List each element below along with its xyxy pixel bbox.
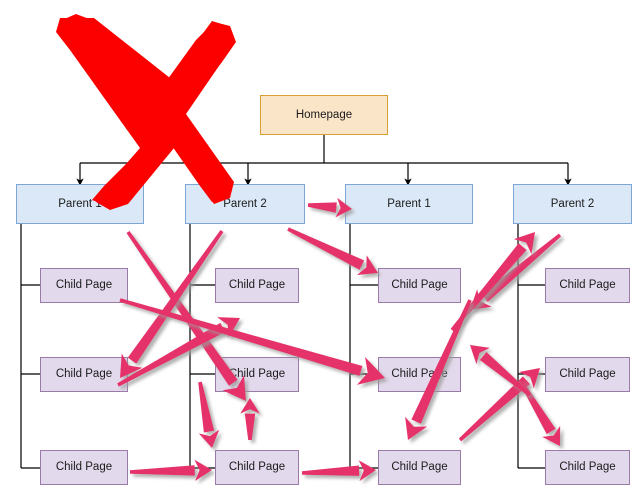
arrow-c4r1-down-to-c3r3 bbox=[405, 299, 472, 440]
arrow-up-to-child-c4r2 bbox=[458, 368, 540, 442]
arrow-c2r1-down-to-c2r3 bbox=[198, 381, 220, 448]
arrow-parent2-to-child-c3r1 bbox=[287, 227, 378, 275]
arrow-c4r2-right-cross bbox=[470, 345, 532, 397]
sitemap-diagram-canvas: Homepage Parent 1 Parent 2 Parent 1 Parent … bbox=[0, 0, 632, 504]
arrow-c1r3-to-c2r3 bbox=[129, 459, 212, 482]
arrow-parent1a-diag-down-right bbox=[126, 230, 246, 401]
red-x-strikethrough-icon bbox=[56, 14, 236, 210]
arrow-mid-to-child-c3r2 bbox=[119, 298, 385, 385]
arrow-c2r3-to-c3r3 bbox=[301, 460, 376, 482]
arrow-c4r1-cross-down-left bbox=[470, 233, 562, 310]
arrow-parent2-to-parent1 bbox=[307, 197, 352, 218]
arrow-c2r3-up-to-c2r2 bbox=[240, 398, 260, 440]
pink-annotation-arrows bbox=[117, 197, 562, 482]
annotation-overlay-layer bbox=[56, 14, 562, 482]
